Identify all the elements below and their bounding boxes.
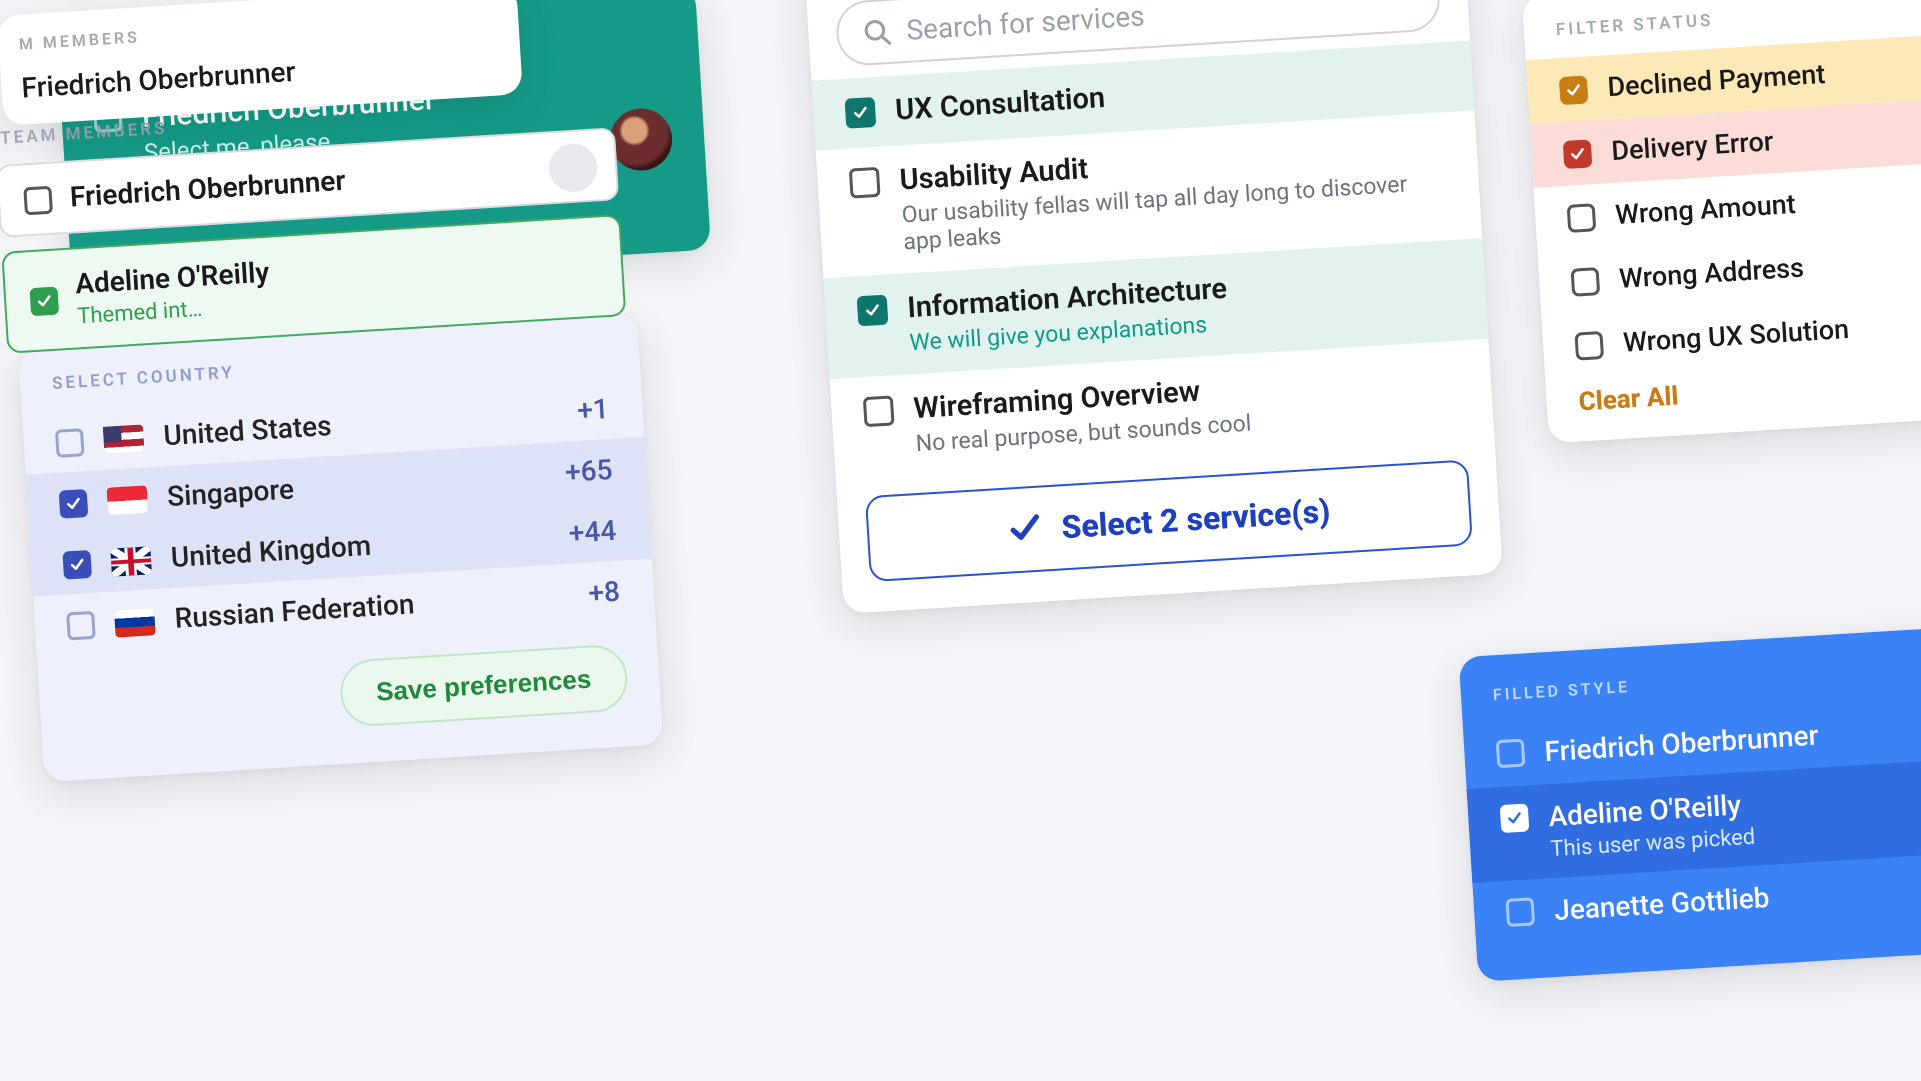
dial-code: +8 [587, 575, 620, 610]
dial-code: +65 [564, 453, 613, 489]
dial-code: +1 [576, 392, 609, 427]
checkbox-icon[interactable] [1505, 897, 1535, 927]
search-placeholder: Search for services [905, 0, 1145, 47]
checkbox-icon[interactable] [863, 395, 895, 427]
checkbox-icon[interactable] [1574, 331, 1604, 361]
checkbox-icon[interactable] [1571, 267, 1601, 297]
checkbox-checked-icon[interactable] [845, 97, 877, 129]
dial-code: +44 [568, 514, 617, 550]
checkbox-checked-icon[interactable] [1500, 803, 1530, 833]
flag-ru-icon [114, 607, 156, 637]
avatar-placeholder-icon [548, 142, 599, 193]
checkbox-icon[interactable] [849, 167, 881, 199]
search-icon [862, 16, 894, 48]
flag-us-icon [103, 424, 145, 454]
filter-label: Delivery Error [1610, 125, 1774, 167]
services-panel: …CTION MODE Search for services UX Consu… [804, 0, 1503, 614]
flag-uk-icon [110, 546, 152, 576]
checkbox-checked-icon[interactable] [59, 489, 89, 519]
select-services-button[interactable]: Select 2 service(s) [865, 459, 1473, 582]
country-label: United Kingdom [170, 529, 372, 574]
checkbox-checked-icon[interactable] [1563, 139, 1593, 169]
flag-sg-icon [107, 485, 149, 515]
team-panel: TEAM MEMBERS Friedrich Oberbrunner Adeli… [0, 91, 626, 353]
filter-label: Wrong UX Solution [1622, 313, 1850, 359]
country-panel: SELECT COUNTRY United States +1 Singapor… [18, 312, 663, 782]
select-services-label: Select 2 service(s) [1060, 492, 1331, 546]
country-label: United States [163, 409, 333, 452]
check-icon [1007, 510, 1045, 548]
filled-label: Jeanette Gottlieb [1553, 881, 1770, 927]
filter-panel: FILTER STATUS Declined Payment Delivery … [1522, 0, 1921, 443]
filter-label: Wrong Address [1618, 252, 1805, 295]
checkbox-icon[interactable] [1496, 739, 1526, 769]
checkbox-icon[interactable] [55, 428, 85, 458]
checkbox-checked-icon[interactable] [857, 295, 889, 327]
filled-label: Friedrich Oberbrunner [1544, 719, 1820, 769]
filter-label: Declined Payment [1607, 58, 1827, 103]
checkbox-checked-icon[interactable] [29, 287, 59, 317]
checkbox-icon[interactable] [23, 185, 53, 215]
checkbox-icon[interactable] [1567, 203, 1597, 233]
service-label: UX Consultation [894, 81, 1106, 128]
save-preferences-button[interactable]: Save preferences [338, 643, 629, 727]
filter-label: Wrong Amount [1614, 188, 1796, 231]
filled-panel: FILLED STYLE Friedrich Oberbrunner Adeli… [1459, 623, 1921, 982]
country-label: Singapore [166, 472, 295, 513]
country-label: Russian Federation [174, 587, 416, 635]
checkbox-icon[interactable] [66, 610, 96, 640]
team-member-label: Friedrich Oberbrunner [69, 164, 346, 214]
checkbox-checked-icon[interactable] [1559, 75, 1589, 105]
checkbox-checked-icon[interactable] [62, 549, 92, 579]
